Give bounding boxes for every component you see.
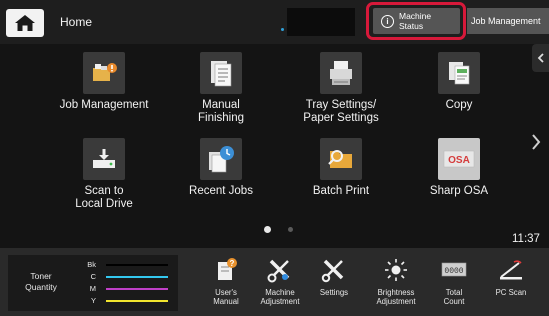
app-copy[interactable]: Copy (404, 52, 514, 112)
tray-settings-icon (320, 52, 362, 94)
app-batch-print[interactable]: Batch Print (286, 138, 396, 198)
settings-icon (306, 256, 362, 284)
job-management-icon (83, 52, 125, 94)
bottom-bar: Toner Quantity Bk C M Y ? User's Manual … (0, 248, 549, 316)
app-label: Tray Settings/ Paper Settings (303, 99, 379, 124)
toner-bar-y (106, 300, 168, 302)
machine-status-button[interactable]: i Machine Status (373, 8, 460, 34)
pc-scan-label: PC Scan (495, 288, 527, 297)
total-count-icon: 0000 (426, 256, 482, 284)
app-label: Job Management (59, 99, 149, 111)
toner-quantity-title: Toner Quantity (25, 271, 57, 292)
counter-digits: 0000 (444, 267, 463, 276)
manual-finishing-icon (200, 52, 242, 94)
scan-to-local-drive-icon (83, 138, 125, 180)
osa-badge-text: OSA (448, 155, 470, 166)
total-count-button[interactable]: 0000 Total Count (426, 256, 482, 306)
users-manual-button[interactable]: ? User's Manual (198, 256, 254, 306)
next-page-arrow-icon[interactable] (529, 132, 543, 152)
app-scan-to-local-drive[interactable]: Scan to Local Drive (49, 138, 159, 211)
home-button[interactable] (6, 9, 44, 37)
app-label: Manual Finishing (197, 99, 245, 124)
page-dot-active[interactable] (264, 226, 271, 233)
toner-bar-m (106, 288, 168, 290)
users-manual-icon: ? (198, 256, 254, 284)
toner-row-m: M (68, 284, 173, 294)
page-dot[interactable] (288, 227, 293, 232)
top-bar: Home i Machine Status Job Management (0, 0, 549, 44)
users-manual-label: User's Manual (213, 288, 239, 306)
machine-adjustment-icon (252, 256, 308, 284)
toner-row-bk: Bk (68, 260, 173, 270)
brightness-adjustment-label: Brightness Adjustment (376, 288, 416, 306)
job-management-top-button[interactable]: Job Management (467, 8, 549, 34)
chevron-left-icon (537, 53, 544, 63)
total-count-label: Total Count (443, 288, 465, 306)
app-label: Batch Print (312, 185, 370, 197)
machine-adjustment-label: Machine Adjustment (260, 288, 300, 306)
home-title: Home (60, 15, 93, 29)
settings-button[interactable]: Settings (306, 256, 362, 297)
toner-row-y: Y (68, 296, 173, 306)
machine-adjustment-button[interactable]: Machine Adjustment (252, 256, 308, 306)
app-label: Recent Jobs (189, 185, 253, 197)
settings-label: Settings (319, 288, 349, 297)
toner-quantity-panel[interactable]: Toner Quantity Bk C M Y (8, 255, 178, 311)
app-sharp-osa[interactable]: OSA Sharp OSA (404, 138, 514, 198)
app-job-management[interactable]: Job Management (49, 52, 159, 112)
toner-bar-bk (106, 264, 168, 266)
machine-status-label: Machine Status (399, 11, 432, 31)
batch-print-icon (320, 138, 362, 180)
status-message-area (287, 8, 355, 36)
side-panel-tab[interactable] (532, 44, 549, 72)
app-label: Sharp OSA (429, 185, 489, 197)
toner-row-c: C (68, 272, 173, 282)
recent-jobs-icon (200, 138, 242, 180)
brightness-icon (368, 256, 424, 284)
app-recent-jobs[interactable]: Recent Jobs (166, 138, 276, 198)
toner-bar-c (106, 276, 168, 278)
pc-scan-icon (483, 256, 539, 284)
app-label: Copy (445, 99, 473, 111)
app-tray-settings[interactable]: Tray Settings/ Paper Settings (286, 52, 396, 125)
home-icon (15, 15, 35, 31)
status-indicator-dot (281, 28, 284, 31)
sharp-osa-icon: OSA (438, 138, 480, 180)
page-indicator (264, 226, 304, 234)
app-label: Scan to Local Drive (75, 185, 133, 210)
info-icon: i (381, 14, 394, 28)
copy-icon (438, 52, 480, 94)
clock: 11:37 (512, 233, 540, 245)
svg-text:?: ? (230, 259, 235, 268)
pc-scan-button[interactable]: PC Scan (483, 256, 539, 297)
brightness-adjustment-button[interactable]: Brightness Adjustment (368, 256, 424, 306)
app-manual-finishing[interactable]: Manual Finishing (166, 52, 276, 125)
